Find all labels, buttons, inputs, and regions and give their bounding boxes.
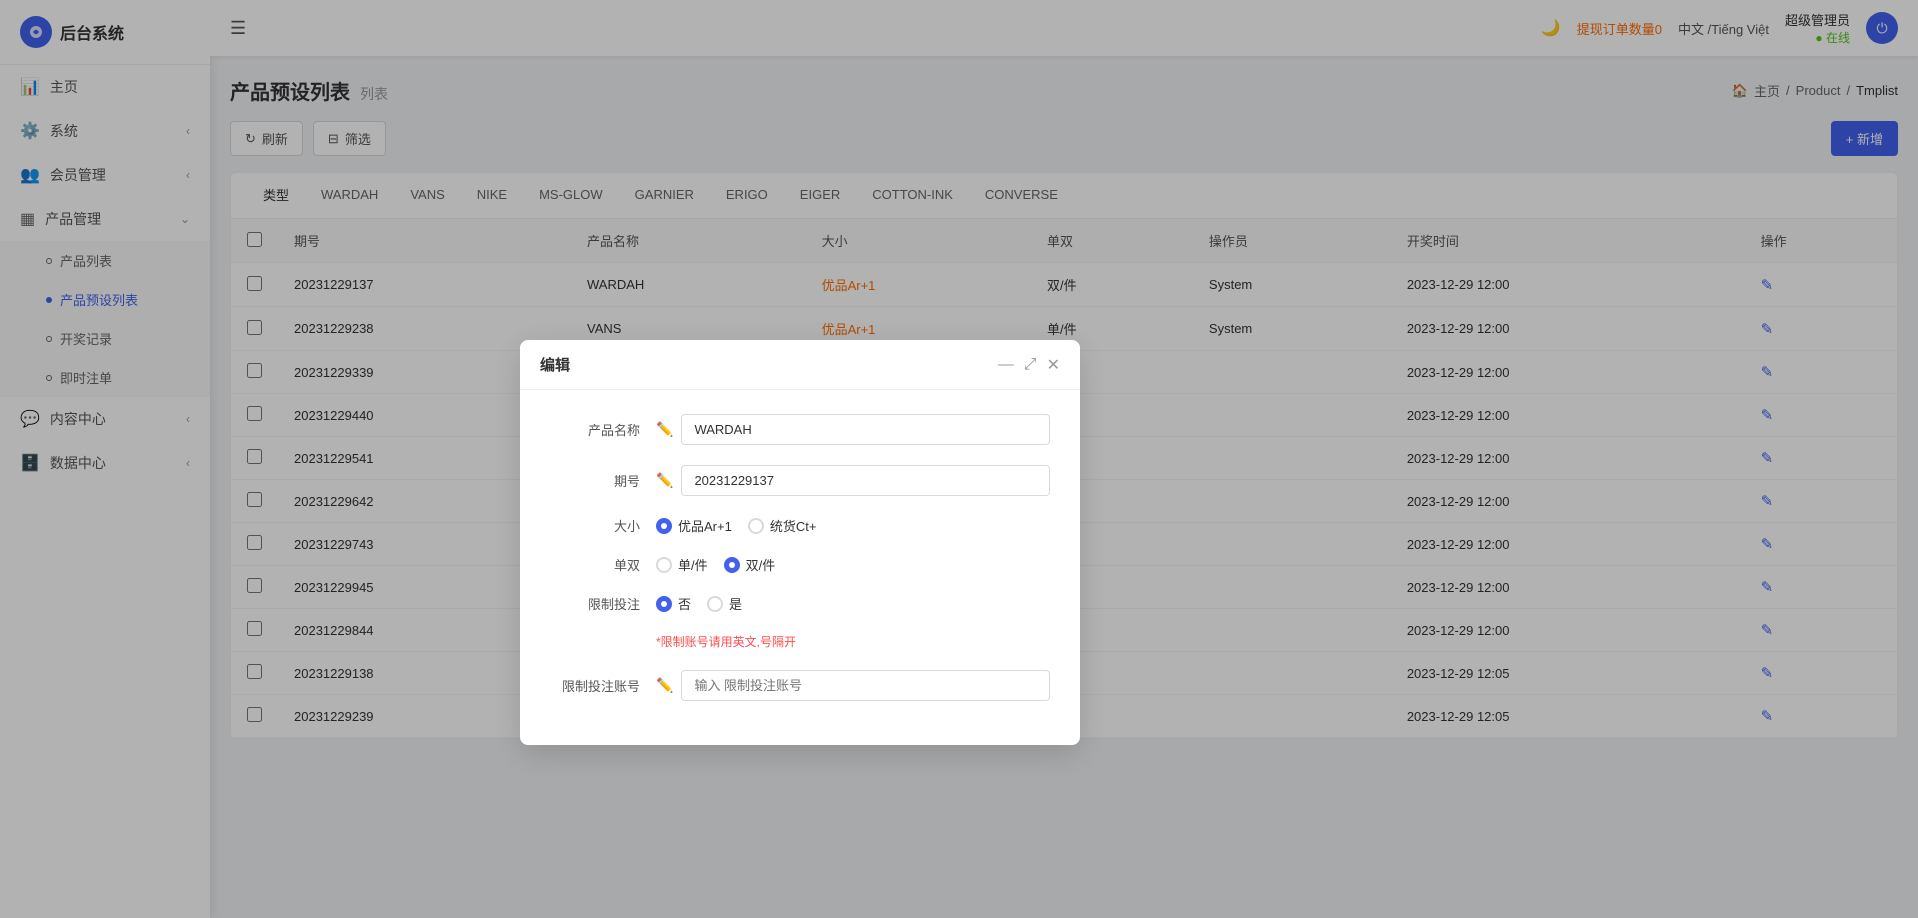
single-double-label: 单双	[550, 555, 640, 574]
modal-title: 编辑	[540, 354, 570, 375]
restrict-no-label: 否	[678, 594, 691, 613]
restrict-accounts-edit-icon: ✏️	[656, 677, 673, 694]
modal-overlay: 编辑 — ⤢ ✕ 产品名称 ✏️ 期号 ✏️	[0, 0, 1918, 918]
period-edit-icon: ✏️	[656, 472, 673, 489]
product-name-row: 产品名称 ✏️	[550, 414, 1050, 445]
size-row: 大小 优品Ar+1 统货Ct+	[550, 516, 1050, 535]
product-name-input[interactable]	[681, 414, 1050, 445]
restrict-accounts-input[interactable]	[681, 670, 1050, 701]
modal-expand-button[interactable]: ⤢	[1024, 356, 1037, 374]
edit-modal: 编辑 — ⤢ ✕ 产品名称 ✏️ 期号 ✏️	[520, 340, 1080, 745]
restrict-yes-label: 是	[729, 594, 742, 613]
single-radio[interactable]	[656, 557, 672, 573]
double-radio[interactable]	[724, 557, 740, 573]
restrict-yes-option[interactable]: 是	[707, 594, 742, 613]
size-youpin-option[interactable]: 优品Ar+1	[656, 516, 732, 535]
warning-text: *限制账号请用英文,号隔开	[656, 633, 796, 650]
size-label: 大小	[550, 516, 640, 535]
size-tonghuo-label: 统货Ct+	[770, 516, 817, 535]
warning-row: *限制账号请用英文,号隔开	[550, 633, 1050, 650]
restrict-radio-group: 否 是	[656, 594, 742, 613]
modal-body: 产品名称 ✏️ 期号 ✏️ 大小 优品	[520, 390, 1080, 745]
size-tonghuo-option[interactable]: 统货Ct+	[748, 516, 817, 535]
modal-minimize-button[interactable]: —	[998, 356, 1014, 374]
size-radio-group: 优品Ar+1 统货Ct+	[656, 516, 816, 535]
modal-header: 编辑 — ⤢ ✕	[520, 340, 1080, 390]
product-name-edit-icon: ✏️	[656, 421, 673, 438]
restrict-yes-radio[interactable]	[707, 596, 723, 612]
single-double-radio-group: 单/件 双/件	[656, 555, 775, 574]
period-control: ✏️	[656, 465, 1050, 496]
modal-controls: — ⤢ ✕	[998, 355, 1060, 375]
restrict-accounts-row: 限制投注账号 ✏️	[550, 670, 1050, 701]
double-option[interactable]: 双/件	[724, 555, 776, 574]
size-tonghuo-radio[interactable]	[748, 518, 764, 534]
product-name-label: 产品名称	[550, 420, 640, 439]
restrict-accounts-label: 限制投注账号	[550, 676, 640, 695]
single-double-row: 单双 单/件 双/件	[550, 555, 1050, 574]
modal-close-button[interactable]: ✕	[1047, 355, 1060, 375]
product-name-control: ✏️	[656, 414, 1050, 445]
size-youpin-label: 优品Ar+1	[678, 516, 732, 535]
period-input[interactable]	[681, 465, 1050, 496]
restrict-accounts-control: ✏️	[656, 670, 1050, 701]
period-row: 期号 ✏️	[550, 465, 1050, 496]
restrict-row: 限制投注 否 是	[550, 594, 1050, 613]
single-label: 单/件	[678, 555, 708, 574]
size-youpin-radio[interactable]	[656, 518, 672, 534]
restrict-no-radio[interactable]	[656, 596, 672, 612]
restrict-no-option[interactable]: 否	[656, 594, 691, 613]
single-option[interactable]: 单/件	[656, 555, 708, 574]
restrict-label: 限制投注	[550, 594, 640, 613]
period-label: 期号	[550, 471, 640, 490]
double-label: 双/件	[746, 555, 776, 574]
